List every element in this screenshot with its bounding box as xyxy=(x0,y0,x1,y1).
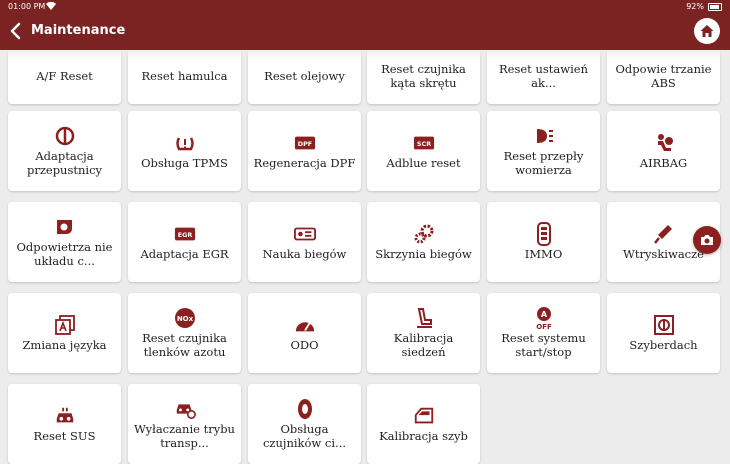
headlight-icon xyxy=(533,125,555,147)
app-header: Maintenance xyxy=(0,14,730,50)
tile-airbag[interactable]: AIRBAG xyxy=(607,111,720,191)
tile-scr[interactable]: SCR Adblue reset xyxy=(367,111,480,191)
tile-tpms[interactable]: Obsługa TPMS xyxy=(128,111,241,191)
tile-label: AIRBAG xyxy=(639,156,688,170)
scr-icon: SCR xyxy=(413,132,435,154)
back-button[interactable] xyxy=(8,21,24,41)
status-bar: 01:00 PM 92% xyxy=(0,0,730,14)
gear-learning-icon xyxy=(293,223,316,245)
seat-icon xyxy=(413,307,435,329)
tile-label: Reset przepły womierza xyxy=(503,149,584,177)
gearbox-icon xyxy=(413,223,435,245)
svg-text:A: A xyxy=(540,310,547,319)
tile-label: Odpowietrza nie układu c... xyxy=(16,240,113,268)
home-button[interactable] xyxy=(694,18,720,44)
tile-label: Obsługa czujników ci... xyxy=(262,422,347,450)
egr-icon: EGR xyxy=(174,223,196,245)
throttle-icon xyxy=(54,125,76,147)
sunroof-icon xyxy=(653,314,675,336)
home-icon xyxy=(700,25,714,37)
tile-label: Wyłaczanie trybu transp... xyxy=(134,422,235,450)
svg-text:EGR: EGR xyxy=(177,231,192,239)
injector-icon xyxy=(653,223,675,245)
tile-label: Adaptacja EGR xyxy=(140,247,229,261)
chevron-left-icon xyxy=(10,22,21,40)
tpms-icon xyxy=(174,132,196,154)
tile-label: Kalibracja siedzeń xyxy=(393,331,454,359)
airbag-icon xyxy=(653,132,675,154)
tile-label: Regeneracja DPF xyxy=(253,156,356,170)
tile-label: ODO xyxy=(290,338,319,352)
svg-text:NOx: NOx xyxy=(176,315,193,323)
tile-label: Zmiana języka xyxy=(22,338,107,352)
start-stop-icon: A OFF xyxy=(533,307,555,330)
odometer-icon xyxy=(294,314,316,336)
tile-nox[interactable]: NOx Reset czujnika tlenków azotu xyxy=(128,293,241,373)
tile-label: Reset ustawień ak... xyxy=(499,62,588,90)
screenshot-button[interactable] xyxy=(693,226,721,254)
tile-suspension[interactable]: Reset SUS xyxy=(8,384,121,464)
tile-cooling[interactable]: Odpowietrza nie układu c... xyxy=(8,202,121,282)
suspension-icon xyxy=(54,405,76,427)
tile-label: Reset hamulca xyxy=(141,69,228,83)
tile-window[interactable]: Kalibracja szyb xyxy=(367,384,480,464)
cooling-icon xyxy=(54,216,76,238)
tile-odometer[interactable]: ODO xyxy=(248,293,361,373)
tile-label: Adaptacja przepustnicy xyxy=(26,149,103,177)
dpf-icon: DPF xyxy=(294,132,316,154)
page-title: Maintenance xyxy=(31,23,126,38)
tile-throttle[interactable]: Adaptacja przepustnicy xyxy=(8,111,121,191)
tile-label: Wtryskiwacze xyxy=(623,247,704,261)
tile-headlight[interactable]: Reset przepły womierza xyxy=(487,111,600,191)
tile-label: Reset systemu start/stop xyxy=(501,331,586,359)
transport-icon xyxy=(174,398,196,420)
tile-label: Skrzynia biegów xyxy=(375,247,472,261)
tile-label: Odpowie trzanie ABS xyxy=(615,62,712,90)
tile-label: Reset czujnika tlenków azotu xyxy=(142,331,227,359)
tile-label: A/F Reset xyxy=(36,69,93,83)
battery-icon xyxy=(708,2,722,11)
tile-label: Szyberdach xyxy=(629,338,698,352)
tile-label: Kalibracja szyb xyxy=(379,429,468,443)
nox-icon: NOx xyxy=(174,307,196,329)
tile-label: Reset olejowy xyxy=(264,69,345,83)
tile-label: Nauka biegów xyxy=(262,247,347,261)
tile-dpf[interactable]: DPF Regeneracja DPF xyxy=(248,111,361,191)
camera-icon xyxy=(701,235,713,245)
svg-text:SCR: SCR xyxy=(416,140,430,148)
tile-key[interactable]: IMMO xyxy=(487,202,600,282)
status-time: 01:00 PM xyxy=(8,2,46,11)
tile-label: Obsługa TPMS xyxy=(141,156,228,170)
tile-label: Adblue reset xyxy=(386,156,461,170)
tile-transport[interactable]: Wyłaczanie trybu transp... xyxy=(128,384,241,464)
svg-text:OFF: OFF xyxy=(536,323,552,330)
language-icon xyxy=(54,314,76,336)
tile-label: Reset SUS xyxy=(33,429,96,443)
tile-egr[interactable]: EGR Adaptacja EGR xyxy=(128,202,241,282)
battery-percent: 92% xyxy=(686,2,704,11)
tile-tire[interactable]: Obsługa czujników ci... xyxy=(248,384,361,464)
tile-start-stop[interactable]: A OFF Reset systemu start/stop xyxy=(487,293,600,373)
tile-sunroof[interactable]: Szyberdach xyxy=(607,293,720,373)
tile-label: IMMO xyxy=(524,247,563,261)
tile-seat[interactable]: Kalibracja siedzeń xyxy=(367,293,480,373)
tile-label: Reset czujnika kąta skrętu xyxy=(381,62,466,90)
window-icon xyxy=(413,405,435,427)
wifi-icon xyxy=(45,1,57,13)
tile-gear-learning[interactable]: Nauka biegów xyxy=(248,202,361,282)
key-icon xyxy=(533,222,555,246)
battery-status: 92% xyxy=(686,2,722,11)
svg-text:DPF: DPF xyxy=(297,140,311,148)
tile-gearbox[interactable]: Skrzynia biegów xyxy=(367,202,480,282)
tile-language[interactable]: Zmiana języka xyxy=(8,293,121,373)
tire-icon xyxy=(294,398,316,420)
